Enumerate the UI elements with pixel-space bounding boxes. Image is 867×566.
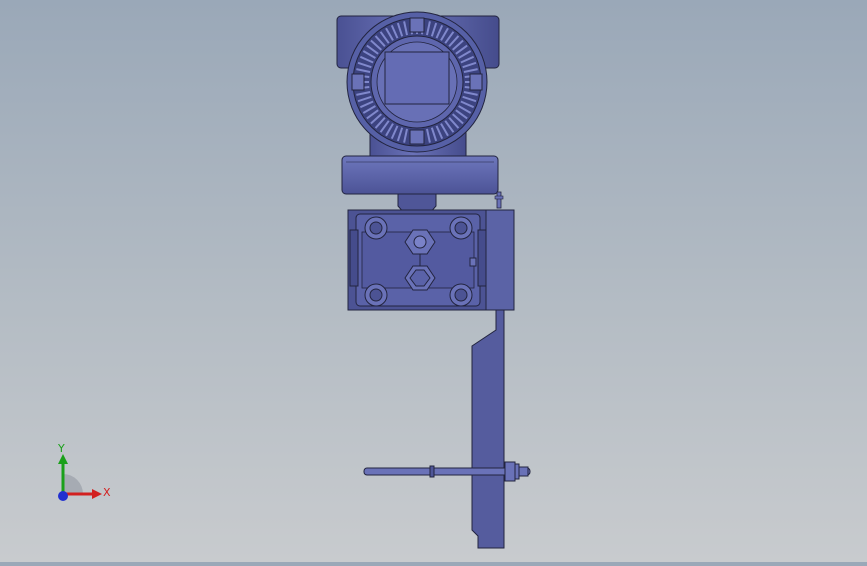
y-axis-label: Y [58,442,65,455]
flange-bolt-head [454,221,468,235]
y-axis-arrow [58,454,68,464]
z-axis-dot [58,491,68,501]
x-axis-arrow [92,489,102,499]
flange-bolt-head [454,288,468,302]
triad-arc [63,474,83,494]
flange-bolt-head [369,221,383,235]
x-axis-label: X [103,486,111,499]
transmitter-model[interactable] [0,0,867,562]
cad-viewport[interactable]: X Y [0,0,867,562]
triad-graphic [58,454,102,501]
housing-flange [341,155,499,195]
coordinate-triad: X Y [40,440,120,510]
electronics-housing [336,11,500,157]
flange-bolt-head [369,288,383,302]
sensor-module [347,209,489,311]
u-bolt-rod [363,461,531,482]
